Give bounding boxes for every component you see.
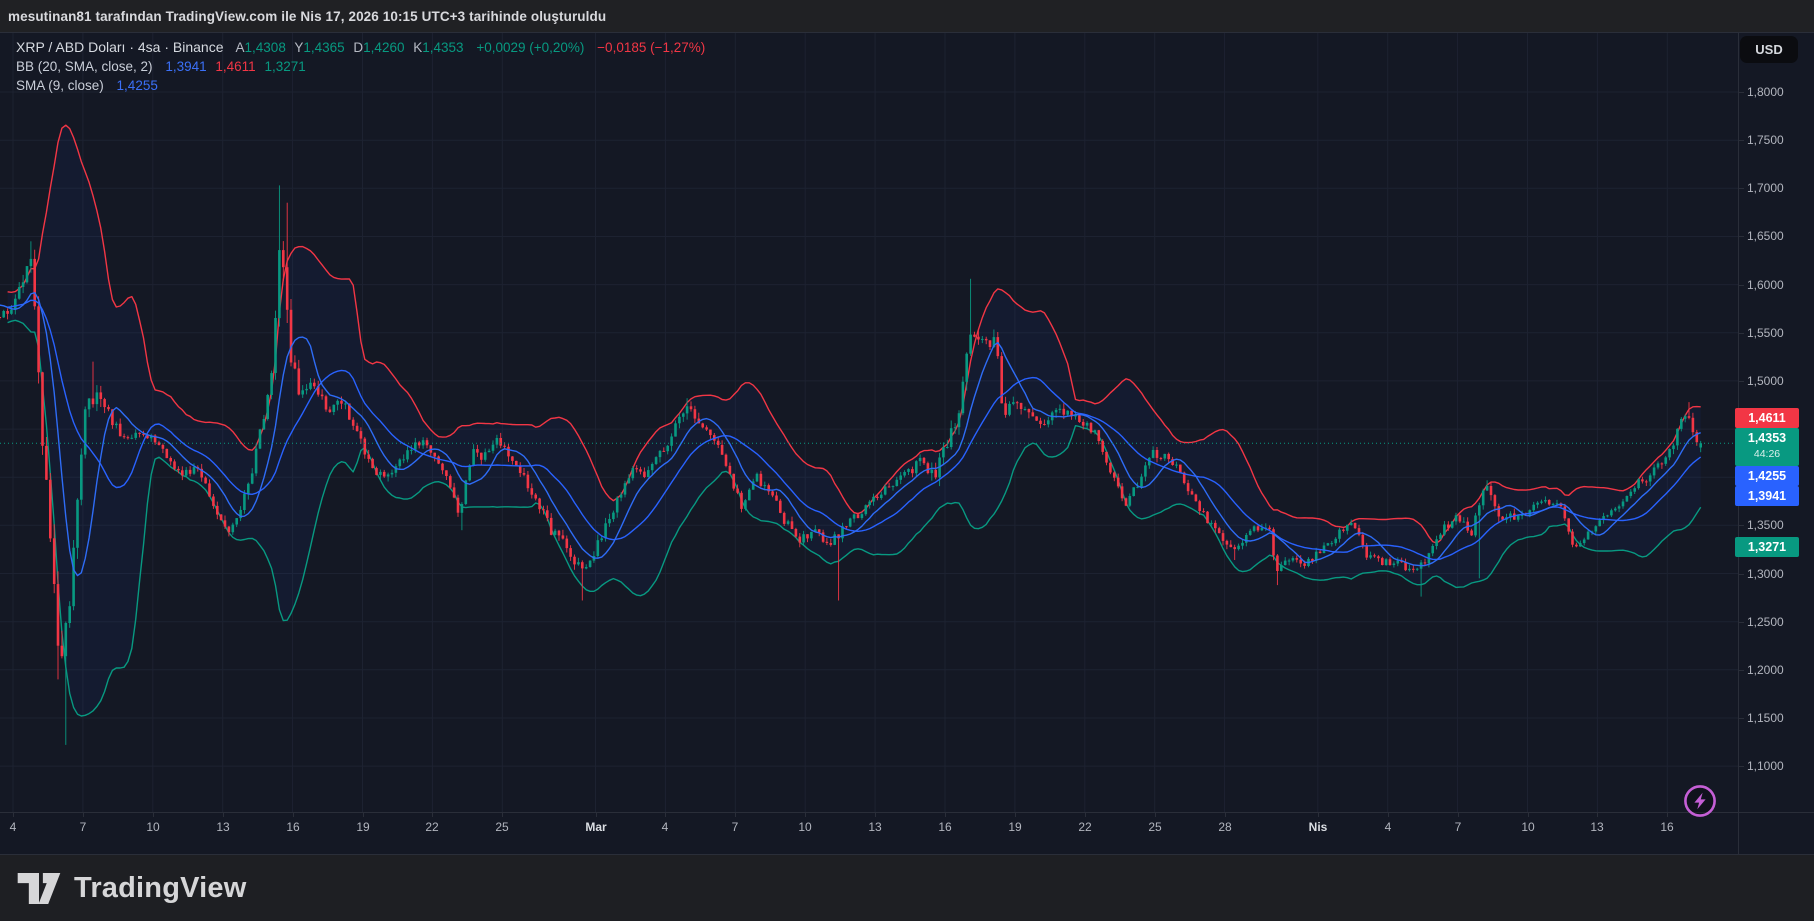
sma-value: 1,4255 xyxy=(117,78,158,93)
price-axis-tick xyxy=(1739,574,1744,575)
time-axis-label: 25 xyxy=(1133,819,1177,835)
bb-label: BB (20, SMA, close, 2) xyxy=(16,59,153,74)
close-prefix: K xyxy=(413,40,422,55)
time-axis-label: 22 xyxy=(410,819,454,835)
time-axis-label: 13 xyxy=(853,819,897,835)
attribution-text: mesutinan81 tarafından TradingView.com i… xyxy=(8,9,606,24)
low-prefix: D xyxy=(353,40,363,55)
price-axis-label: 1,8000 xyxy=(1747,84,1809,100)
time-axis-label: 19 xyxy=(993,819,1037,835)
price-axis-tick xyxy=(1739,525,1744,526)
time-axis-label: 10 xyxy=(1506,819,1550,835)
price-axis-label: 1,1000 xyxy=(1747,758,1809,774)
time-axis-label: 25 xyxy=(480,819,524,835)
grid-lines xyxy=(0,33,1738,812)
price-axis-tick xyxy=(1739,381,1744,382)
bb-upper-tag: 1,4611 xyxy=(1735,408,1799,428)
time-axis-label: 7 xyxy=(713,819,757,835)
time-axis-label: Mar xyxy=(574,819,618,835)
time-axis-label: 4 xyxy=(1366,819,1410,835)
time-axis-label: 16 xyxy=(271,819,315,835)
close-value: 1,4353 xyxy=(422,40,463,55)
low-value: 1,4260 xyxy=(363,40,404,55)
tradingview-logo-text[interactable]: TradingView xyxy=(74,872,247,905)
time-axis-label: 7 xyxy=(1436,819,1480,835)
currency-toggle-button[interactable]: USD xyxy=(1740,36,1798,63)
time-axis-label: 10 xyxy=(131,819,175,835)
price-axis-label: 1,5000 xyxy=(1747,373,1809,389)
time-axis-label: 4 xyxy=(0,819,35,835)
price-axis-label: 1,1500 xyxy=(1747,710,1809,726)
price-axis-label: 1,2500 xyxy=(1747,614,1809,630)
open-value: 1,4308 xyxy=(245,40,286,55)
legend-bb-row: BB (20, SMA, close, 2) 1,3941 1,4611 1,3… xyxy=(16,57,705,76)
bb-basis-value: 1,3941 xyxy=(165,59,206,74)
price-axis-tick xyxy=(1739,766,1744,767)
legend-symbol-row: XRP / ABD Doları · 4sa · Binance A1,4308… xyxy=(16,38,705,57)
time-axis-label: 28 xyxy=(1203,819,1247,835)
legend-sma-row: SMA (9, close) 1,4255 xyxy=(16,76,705,95)
last-price-tag: 1,435344:26 xyxy=(1735,428,1799,466)
price-axis-label: 1,5500 xyxy=(1747,325,1809,341)
bb-basis-tag: 1,3941 xyxy=(1735,486,1799,506)
change-negative: −0,0185 (−1,27%) xyxy=(597,40,705,55)
price-axis-tick xyxy=(1739,333,1744,334)
time-axis-label: 16 xyxy=(1645,819,1689,835)
sma-label: SMA (9, close) xyxy=(16,78,104,93)
price-axis-label: 1,7500 xyxy=(1747,132,1809,148)
price-axis-tick xyxy=(1739,670,1744,671)
price-axis-tick xyxy=(1739,236,1744,237)
price-axis-tick xyxy=(1739,92,1744,93)
price-axis-tick xyxy=(1739,718,1744,719)
chart-canvas[interactable] xyxy=(0,0,1814,921)
tradingview-logo-icon[interactable] xyxy=(17,873,61,904)
time-axis-label: 10 xyxy=(783,819,827,835)
sma9-tag: 1,4255 xyxy=(1735,466,1799,486)
candlesticks xyxy=(0,185,1702,745)
time-axis-label: 22 xyxy=(1063,819,1107,835)
open-prefix: A xyxy=(236,40,245,55)
high-prefix: Y xyxy=(294,40,303,55)
time-axis-separator xyxy=(0,812,1814,813)
time-axis-label: 16 xyxy=(923,819,967,835)
lightning-button[interactable] xyxy=(1683,784,1717,818)
bb-upper-value: 1,4611 xyxy=(215,59,255,74)
time-axis-label: 7 xyxy=(61,819,105,835)
time-axis-label: Nis xyxy=(1296,819,1340,835)
price-axis-tick xyxy=(1739,140,1744,141)
price-axis-tick xyxy=(1739,622,1744,623)
price-axis-label: 1,6000 xyxy=(1747,277,1809,293)
time-axis-label: 4 xyxy=(643,819,687,835)
price-axis-tick xyxy=(1739,285,1744,286)
price-axis-tick xyxy=(1739,188,1744,189)
bb-lower-tag: 1,3271 xyxy=(1735,537,1799,557)
price-axis-label: 1,3000 xyxy=(1747,566,1809,582)
bollinger-bands xyxy=(8,125,1701,716)
bb-lower-value: 1,3271 xyxy=(264,59,305,74)
price-axis-label: 1,7000 xyxy=(1747,180,1809,196)
attribution-bar: mesutinan81 tarafından TradingView.com i… xyxy=(0,0,1814,33)
symbol-legend: XRP / ABD Doları · 4sa · Binance A1,4308… xyxy=(16,38,705,95)
price-axis-label: 1,2000 xyxy=(1747,662,1809,678)
symbol-title: XRP / ABD Doları · 4sa · Binance xyxy=(16,39,224,55)
price-axis-label: 1,3500 xyxy=(1747,517,1809,533)
price-axis-label: 1,6500 xyxy=(1747,228,1809,244)
time-axis-label: 13 xyxy=(1575,819,1619,835)
time-axis-label: 19 xyxy=(341,819,385,835)
high-value: 1,4365 xyxy=(303,40,344,55)
change-positive: +0,0029 (+0,20%) xyxy=(476,40,584,55)
footer-bar: TradingView xyxy=(0,854,1814,921)
time-axis-label: 13 xyxy=(201,819,245,835)
